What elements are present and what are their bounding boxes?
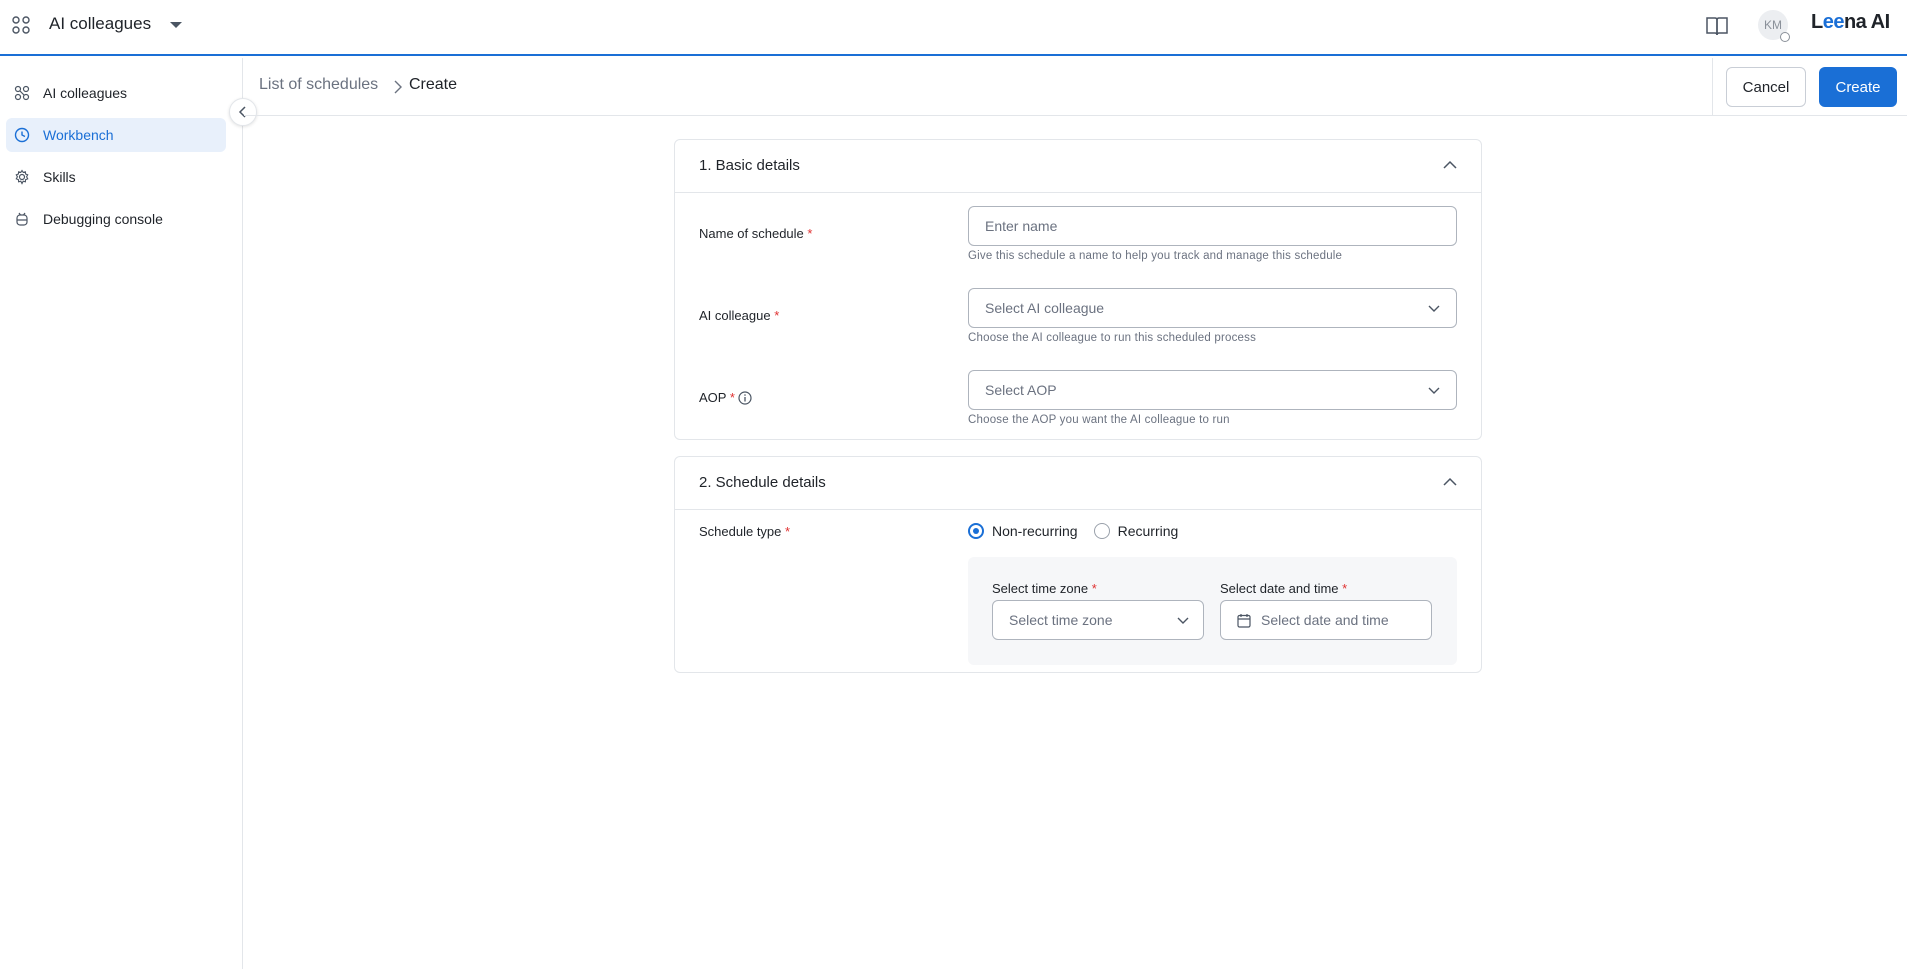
- radio-label-non-recurring[interactable]: Non-recurring: [992, 523, 1078, 539]
- aop-select[interactable]: Select AOP: [968, 370, 1457, 410]
- required-mark: *: [1342, 581, 1348, 596]
- required-mark: *: [807, 226, 813, 241]
- sidebar-item-label: AI colleagues: [43, 85, 128, 101]
- non-recurring-radio[interactable]: [968, 523, 984, 539]
- breadcrumb-current: Create: [409, 76, 458, 93]
- sidebar-item-debugging-console[interactable]: Debugging console: [6, 202, 226, 236]
- required-mark: *: [774, 308, 780, 323]
- debug-icon: [16, 212, 28, 226]
- schedule-details-header[interactable]: 2. Schedule details: [675, 457, 1481, 510]
- schedule-type-label: Schedule type *: [699, 524, 790, 539]
- section-title: 1. Basic details: [699, 157, 800, 174]
- sidebar-item-label: Debugging console: [43, 211, 163, 227]
- calendar-icon: [1237, 614, 1251, 628]
- label-text: AI colleague: [699, 308, 771, 323]
- radio-label-recurring[interactable]: Recurring: [1118, 523, 1179, 539]
- chevron-right-icon: [394, 80, 402, 94]
- sidebar-item-skills[interactable]: Skills: [6, 160, 226, 194]
- colleague-help-text: Choose the AI colleague to run this sche…: [968, 332, 1257, 344]
- ai-colleague-label: AI colleague *: [699, 308, 779, 323]
- brand-prefix: L: [1811, 11, 1823, 33]
- schedule-name-input[interactable]: [968, 206, 1457, 246]
- aop-label: AOP *: [699, 390, 735, 405]
- chevron-up-icon[interactable]: [1443, 477, 1457, 487]
- label-text: Select date and time: [1220, 581, 1339, 596]
- select-placeholder: Select time zone: [1009, 612, 1113, 628]
- name-of-schedule-label: Name of schedule *: [699, 226, 812, 241]
- page-header: List of schedules Create Cancel Create: [244, 58, 1907, 116]
- non-recurring-panel: Select time zone * Select time zone Sele…: [968, 557, 1457, 665]
- label-text: Schedule type: [699, 524, 782, 539]
- ai-colleagues-icon: [14, 85, 30, 101]
- info-icon[interactable]: [738, 391, 752, 405]
- brand-suffix: na AI: [1843, 11, 1890, 33]
- select-placeholder: Select date and time: [1261, 612, 1389, 628]
- select-placeholder: Select AOP: [985, 382, 1057, 398]
- gear-icon: [15, 169, 29, 185]
- status-dot: [1780, 32, 1790, 42]
- date-time-picker[interactable]: Select date and time: [1220, 600, 1432, 640]
- brand-highlight: ee: [1822, 11, 1845, 33]
- brand-logo: Leena AI: [1811, 11, 1890, 34]
- time-zone-label: Select time zone *: [992, 581, 1097, 596]
- recurring-radio[interactable]: [1093, 523, 1110, 539]
- chevron-down-icon: [1177, 617, 1189, 624]
- ai-colleague-select[interactable]: Select AI colleague: [968, 288, 1457, 328]
- apps-grid-icon[interactable]: [12, 16, 30, 34]
- sidebar-item-label: Skills: [43, 169, 76, 185]
- sidebar-item-ai-colleagues[interactable]: AI colleagues: [6, 76, 226, 110]
- chevron-down-icon: [1428, 305, 1440, 312]
- basic-details-card: 1. Basic details Name of schedule * Give…: [674, 139, 1482, 440]
- sidebar-item-workbench[interactable]: Workbench: [6, 118, 226, 152]
- workbench-icon: [14, 127, 30, 143]
- cancel-button[interactable]: Cancel: [1726, 67, 1806, 107]
- name-help-text: Give this schedule a name to help you tr…: [968, 250, 1343, 262]
- caret-down-icon[interactable]: [169, 20, 183, 30]
- create-button[interactable]: Create: [1819, 67, 1897, 107]
- time-zone-select[interactable]: Select time zone: [992, 600, 1204, 640]
- sidebar: AI colleagues Workbench Skills Debugging…: [0, 58, 243, 969]
- chevron-up-icon[interactable]: [1443, 160, 1457, 170]
- top-bar: AI colleagues KM Leena AI: [0, 0, 1907, 56]
- app-title[interactable]: AI colleagues: [49, 14, 151, 34]
- required-mark: *: [1091, 581, 1097, 596]
- section-title: 2. Schedule details: [699, 474, 826, 491]
- label-text: Name of schedule: [699, 226, 804, 241]
- basic-details-header[interactable]: 1. Basic details: [675, 140, 1481, 193]
- required-mark: *: [729, 390, 735, 405]
- aop-help-text: Choose the AOP you want the AI colleague…: [968, 414, 1230, 426]
- book-icon[interactable]: [1705, 15, 1729, 37]
- schedule-details-card: 2. Schedule details Schedule type * Non-…: [674, 456, 1482, 673]
- select-placeholder: Select AI colleague: [985, 300, 1105, 316]
- required-mark: *: [785, 524, 791, 539]
- label-text: Select time zone: [992, 581, 1089, 596]
- date-time-label: Select date and time *: [1220, 581, 1347, 596]
- chevron-down-icon: [1428, 387, 1440, 394]
- label-text: AOP: [699, 390, 727, 405]
- breadcrumb-list-of-schedules[interactable]: List of schedules: [259, 76, 378, 94]
- sidebar-item-label: Workbench: [43, 127, 114, 143]
- header-divider: [1712, 58, 1713, 116]
- schedule-type-radio-group: Non-recurring Recurring: [968, 523, 1194, 539]
